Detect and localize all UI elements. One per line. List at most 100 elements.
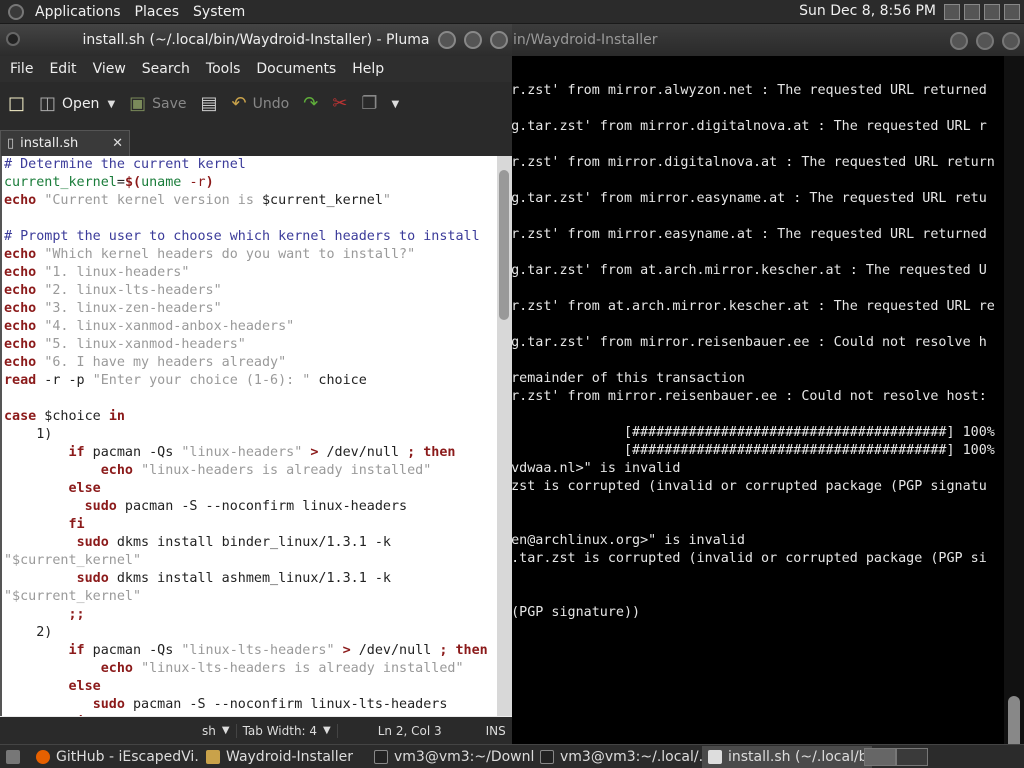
close-icon[interactable] [1002, 32, 1020, 50]
tab-width-selector[interactable]: Tab Width: 4 ▼ [237, 723, 338, 738]
chevron-down-icon: ▼ [391, 98, 400, 110]
show-desktop-button[interactable] [0, 746, 30, 768]
open-icon: ◫ [39, 93, 57, 114]
tab-bar: ▯ install.sh ✕ [0, 126, 512, 156]
open-button[interactable]: ◫ Open [39, 95, 99, 113]
editor-scrollbar[interactable] [497, 156, 512, 716]
taskbar-item-folder[interactable]: Waydroid-Installer [200, 746, 368, 768]
chevron-down-icon: ▼ [221, 725, 230, 736]
toolbar: □ ◫ Open ▼ ▣ Save ▤ ↶ Undo ↷ ✂ ❐ ▼ [0, 82, 512, 126]
workspace-2[interactable] [896, 748, 928, 766]
undo-button[interactable]: ↶ Undo [232, 95, 290, 113]
terminal-output[interactable]: tar.zst' from mirror.alwyzon.net : The r… [495, 82, 1002, 622]
tab-install-sh[interactable]: ▯ install.sh ✕ [0, 130, 130, 156]
code-text[interactable]: # Determine the current kernel current_ke… [4, 156, 488, 716]
print-button[interactable]: ▤ [201, 95, 218, 113]
code-line: ;; [4, 606, 488, 624]
code-token: case [4, 409, 37, 424]
menu-file[interactable]: File [2, 61, 41, 77]
code-line: sudo dkms install ashmem_linux/1.3.1 -k [4, 570, 488, 588]
code-token: "linux-lts-headers is already installed" [141, 661, 464, 676]
save-label: Save [152, 96, 187, 112]
terminal-icon [540, 749, 554, 764]
redo-button[interactable]: ↷ [303, 95, 318, 113]
mate-logo-icon[interactable] [8, 3, 24, 20]
terminal-line: tar.zst' from mirror.digitalnova.at : Th… [495, 155, 995, 170]
taskbar-item-firefox[interactable]: GitHub - iEscapedVi... [30, 746, 200, 768]
menu-help[interactable]: Help [344, 61, 392, 77]
menu-tools[interactable]: Tools [198, 61, 249, 77]
menu-search[interactable]: Search [134, 61, 198, 77]
toolbar-overflow-button[interactable]: ▼ [392, 99, 400, 110]
file-icon: ▯ [7, 136, 15, 151]
taskbar-item-terminal-1[interactable]: vm3@vm3:~/Downl... [368, 746, 534, 768]
network-icon[interactable] [944, 4, 960, 20]
code-token: if [68, 643, 85, 658]
code-editor[interactable]: # Determine the current kernel current_ke… [0, 156, 497, 716]
code-token: "linux-lts-headers" [181, 643, 335, 658]
maximize-icon[interactable] [976, 32, 994, 50]
new-button[interactable]: □ [8, 95, 25, 113]
system-menu[interactable]: System [186, 4, 252, 20]
cut-button[interactable]: ✂ [332, 95, 347, 113]
code-token: read [4, 373, 37, 388]
code-line: echo "5. linux-xanmod-headers" [4, 336, 488, 354]
window-menu-icon[interactable] [6, 32, 20, 46]
power-icon[interactable] [984, 4, 1000, 20]
code-token: echo [4, 355, 37, 370]
minimize-icon[interactable] [950, 32, 968, 50]
menu-documents[interactable]: Documents [248, 61, 344, 77]
code-line: "$current_kernel" [4, 552, 488, 570]
statusbar: sh ▼ Tab Width: 4 ▼ Ln 2, Col 3 INS [0, 717, 512, 744]
menu-edit[interactable]: Edit [41, 61, 84, 77]
minimize-icon[interactable] [438, 31, 456, 49]
close-tab-icon[interactable]: ✕ [112, 136, 123, 151]
close-icon[interactable] [490, 31, 508, 49]
terminal-window[interactable]: in/Waydroid-Installer tar.zst' from mirr… [495, 24, 1024, 758]
maximize-icon[interactable] [464, 31, 482, 49]
language-selector[interactable]: sh ▼ [196, 723, 237, 738]
code-token: echo [100, 661, 133, 676]
volume-icon[interactable] [964, 4, 980, 20]
code-token: "Enter your choice (1-6): " [92, 373, 311, 388]
terminal-line: [#######################################… [495, 425, 995, 440]
workspace-switcher [864, 748, 928, 766]
terminal-titlebar[interactable]: in/Waydroid-Installer [495, 24, 1024, 56]
desktop-icon [6, 749, 20, 764]
menu-view[interactable]: View [85, 61, 134, 77]
copy-icon: ❐ [361, 93, 378, 114]
terminal-line: tar.zst' from mirror.alwyzon.net : The r… [495, 83, 987, 98]
open-dropdown-button[interactable]: ▼ [107, 99, 115, 110]
code-token: echo [4, 301, 37, 316]
pluma-titlebar[interactable]: install.sh (~/.local/bin/Waydroid-Instal… [0, 24, 512, 56]
clock[interactable]: Sun Dec 8, 8:56 PM [799, 3, 936, 19]
taskbar-item-terminal-2[interactable]: vm3@vm3:~/.local/... [534, 746, 702, 768]
applications-menu[interactable]: Applications [28, 4, 128, 20]
code-token: echo [100, 463, 133, 478]
code-line: echo "3. linux-zen-headers" [4, 300, 488, 318]
code-token: in [108, 409, 125, 424]
scrollbar-thumb[interactable] [499, 170, 509, 320]
copy-button[interactable]: ❐ [361, 95, 377, 113]
workspace-1[interactable] [864, 748, 896, 766]
places-menu[interactable]: Places [128, 4, 187, 20]
code-token: echo [4, 193, 37, 208]
code-token: " [382, 193, 391, 208]
menubar: File Edit View Search Tools Documents He… [0, 56, 512, 82]
pluma-window[interactable]: install.sh (~/.local/bin/Waydroid-Instal… [0, 24, 512, 744]
code-line: echo "2. linux-lts-headers" [4, 282, 488, 300]
code-line: "$current_kernel" [4, 588, 488, 606]
terminal-scrollbar[interactable] [1004, 56, 1024, 758]
terminal-title: in/Waydroid-Installer [513, 32, 658, 48]
code-line: sudo pacman -S --noconfirm linux-lts-hea… [4, 696, 488, 714]
taskbar-item-pluma[interactable]: install.sh (~/.local/bi... [702, 745, 872, 768]
save-button[interactable]: ▣ Save [129, 95, 186, 113]
taskbar-item-label: GitHub - iEscapedVi... [56, 748, 200, 765]
terminal-line: yzen@archlinux.org>" is invalid [495, 533, 745, 548]
code-token: sudo [92, 697, 125, 712]
cursor-position: Ln 2, Col 3 [377, 723, 442, 738]
user-icon[interactable] [1004, 4, 1020, 20]
